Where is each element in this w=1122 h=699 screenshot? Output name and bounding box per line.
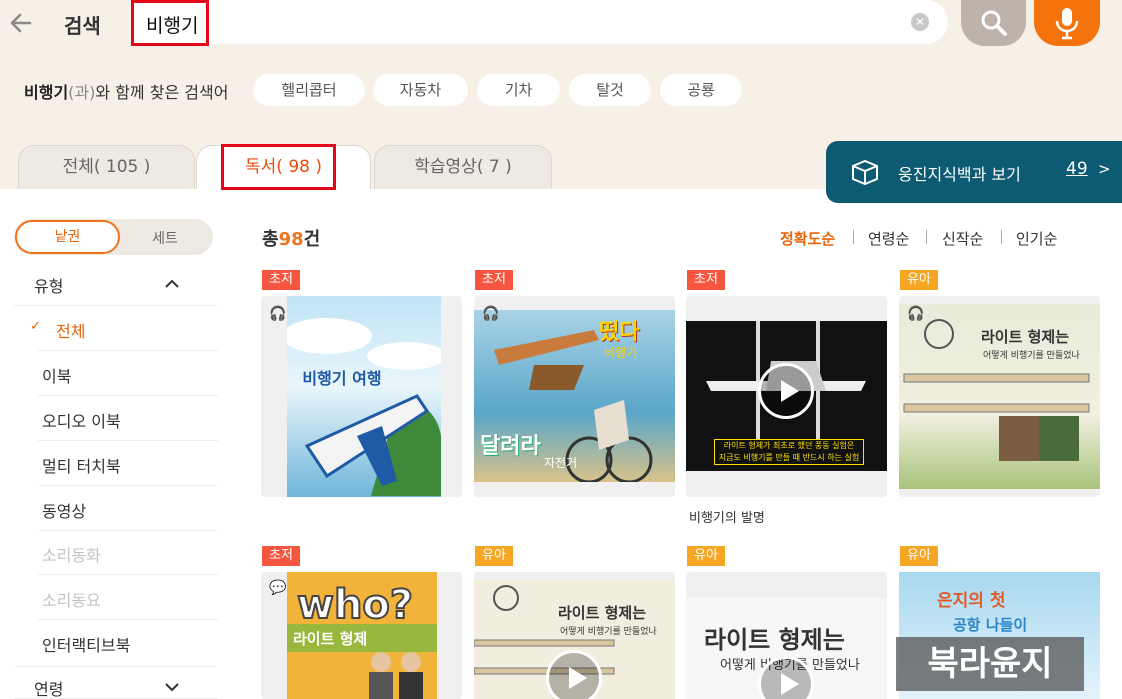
encyclopedia-count: 49 [1066, 159, 1088, 179]
level-badge: 초저 [262, 270, 300, 290]
page-title: 검색 [64, 14, 101, 38]
sort-age[interactable]: 연령순 [868, 228, 909, 249]
search-input[interactable] [131, 0, 948, 44]
cover-subtitle: 어떻게 비행기를 만들었나 [983, 351, 1080, 361]
cover-title: 라이트 형제는 [558, 604, 647, 622]
book-cover: 라이트 형제는 어떻게 비행기를 만들었나 [474, 580, 675, 699]
play-icon[interactable] [758, 363, 814, 419]
book-cover: 라이트 형제는 어떻게 비행기를 만들었나 [686, 598, 887, 699]
related-chip[interactable]: 헬리콥터 [253, 74, 365, 106]
level-badge: 유아 [900, 546, 938, 566]
cover-title: 떴다 [599, 320, 640, 345]
related-keywords-label: 비행기(과)와 함께 찾은 검색어 [24, 83, 229, 102]
check-icon: ✓ [30, 319, 41, 334]
book-cover: who? 라이트 형제 [287, 572, 437, 699]
level-badge: 유아 [687, 546, 725, 566]
cover-title: 라이트 형제는 [704, 626, 845, 654]
book-card[interactable]: 라이트 형제는 어떻게 비행기를 만들었나 🎧 [899, 296, 1100, 497]
level-badge: 유아 [475, 546, 513, 566]
tab-learning-video[interactable]: 학습영상( 7 ) [374, 145, 552, 189]
encyclopedia-link[interactable]: 웅진지식백과 보기 49 > [826, 141, 1122, 203]
microphone-icon [1055, 8, 1079, 40]
level-badge: 초저 [687, 270, 725, 290]
cover-subtitle: 어떻게 비행기를 만들었나 [560, 627, 657, 637]
chevron-right-icon: > [1098, 160, 1111, 178]
filter-item-sound-song: 소리동요 [38, 576, 218, 620]
sort-newest[interactable]: 신작순 [942, 228, 983, 249]
toggle-set[interactable]: 세트 [130, 228, 200, 248]
divider [1001, 230, 1002, 244]
search-icon [981, 10, 1007, 36]
book-cover: 비행기 여행 [287, 296, 441, 497]
related-chip[interactable]: 탈것 [569, 74, 651, 106]
cover-subtitle: 비행기 [604, 346, 638, 360]
book-card[interactable]: 라이트 형제는 어떻게 비행기를 만들었나 [474, 572, 675, 699]
cover-title: 비행기 여행 [302, 369, 382, 388]
video-card[interactable]: 라이트 형제가 최초로 했던 풍동 실험은 지금도 비행기를 만들 때 반드시 하… [686, 296, 887, 497]
filter-item-audio-ebook[interactable]: 오디오 이북 [38, 397, 218, 441]
airplane-cover-art [287, 318, 441, 496]
portrait-art [369, 652, 423, 699]
chevron-down-icon [165, 683, 179, 692]
cover-subtitle: 자전거 [544, 456, 578, 470]
filter-item-interactive[interactable]: 인터랙티브북 [38, 621, 218, 665]
filter-item-sound-story: 소리동화 [38, 531, 218, 575]
video-title: 비행기의 발명 [689, 511, 765, 526]
tab-reading-highlight [221, 144, 336, 190]
divider [853, 230, 854, 244]
search-input-value[interactable]: 비행기 [131, 0, 209, 46]
related-chip[interactable]: 공룡 [660, 74, 742, 106]
book-box-icon [852, 159, 878, 186]
related-chip[interactable]: 기차 [477, 74, 560, 106]
cover-title: 라이트 형제는 [981, 328, 1070, 346]
toggle-single-volume[interactable]: 낱권 [15, 220, 120, 254]
filter-item-all[interactable]: ✓ 전체 [30, 307, 218, 351]
video-subtitle: 라이트 형제가 최초로 했던 풍동 실험은 지금도 비행기를 만들 때 반드시 하… [714, 439, 864, 465]
level-badge: 유아 [900, 270, 938, 290]
headphones-icon: 🎧 [269, 306, 287, 322]
voice-search-button[interactable] [1034, 0, 1100, 46]
headphones-icon: 🎧 [907, 306, 925, 322]
cover-title: 달려라 [480, 434, 541, 459]
filter-group-type[interactable]: 유형 [14, 264, 218, 306]
play-icon[interactable] [546, 650, 602, 699]
book-card[interactable]: who? 라이트 형제 💬 [261, 572, 462, 699]
filter-group-age[interactable]: 연령 [14, 666, 218, 699]
clear-icon[interactable]: ✕ [911, 13, 929, 31]
search-button[interactable] [961, 0, 1026, 46]
encyclopedia-label: 웅진지식백과 보기 [898, 165, 1021, 184]
book-cover: 떴다 비행기 달려라 자전거 [474, 310, 675, 482]
video-thumbnail: 라이트 형제가 최초로 했던 풍동 실험은 지금도 비행기를 만들 때 반드시 하… [686, 321, 887, 471]
filter-item-video[interactable]: 동영상 [38, 487, 218, 531]
watermark: 북라윤지 [896, 637, 1084, 691]
related-chip[interactable]: 자동차 [373, 74, 468, 106]
book-cover: 라이트 형제는 어떻게 비행기를 만들었나 [899, 304, 1100, 489]
book-card[interactable]: 떴다 비행기 달려라 자전거 🎧 [474, 296, 675, 497]
results-total: 총98건 [262, 229, 321, 250]
sort-popular[interactable]: 인기순 [1016, 228, 1057, 249]
filter-item-ebook[interactable]: 이북 [38, 352, 218, 396]
back-arrow-icon[interactable] [8, 10, 34, 36]
headphones-icon: 🎧 [482, 306, 500, 322]
sort-accuracy[interactable]: 정확도순 [780, 228, 835, 249]
cover-title: 은지의 첫 [937, 591, 1006, 611]
level-badge: 초저 [262, 546, 300, 566]
divider [926, 230, 927, 244]
speech-bubble-icon: 💬 [269, 580, 287, 596]
tab-all[interactable]: 전체( 105 ) [18, 145, 195, 189]
level-badge: 초저 [475, 270, 513, 290]
filter-item-multitouch[interactable]: 멀티 터치북 [38, 442, 218, 486]
book-card[interactable]: 라이트 형제는 어떻게 비행기를 만들었나 [686, 572, 887, 699]
book-card[interactable]: 비행기 여행 🎧 [261, 296, 462, 497]
cover-subtitle: 공항 나들이 [953, 616, 1028, 634]
chevron-up-icon [165, 279, 179, 288]
